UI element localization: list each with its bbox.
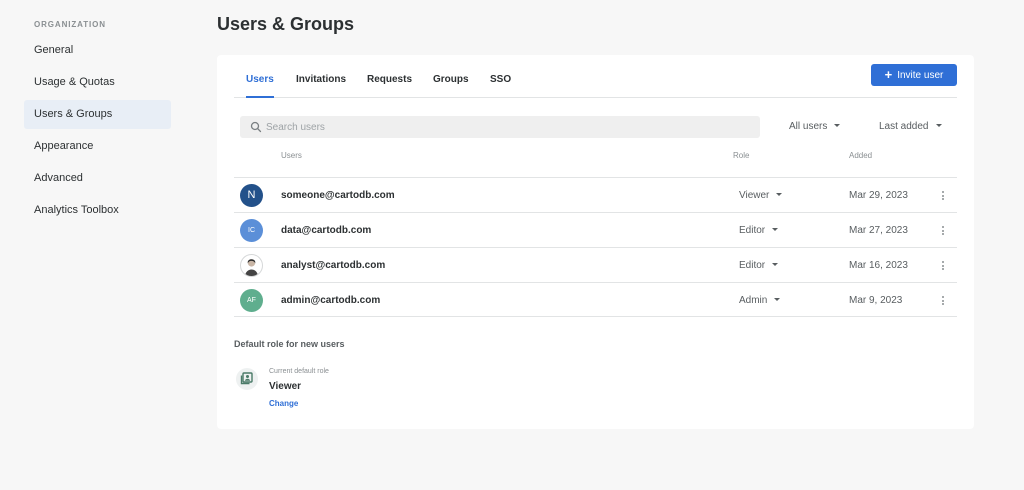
added-date: Mar 29, 2023 xyxy=(849,190,908,201)
tab-bar: Users Invitations Requests Groups SSO xyxy=(234,66,957,98)
more-options-icon[interactable] xyxy=(937,190,949,202)
table-row: AF admin@cartodb.com Admin Mar 9, 2023 xyxy=(234,282,957,317)
user-email: someone@cartodb.com xyxy=(281,190,395,201)
tab-users[interactable]: Users xyxy=(246,66,274,98)
chevron-down-icon xyxy=(935,124,942,127)
chevron-down-icon xyxy=(772,263,779,266)
sidebar-item-appearance[interactable]: Appearance xyxy=(24,132,171,161)
role-dropdown[interactable]: Editor xyxy=(739,248,779,283)
avatar: IC xyxy=(240,219,263,242)
default-role-heading: Default role for new users xyxy=(234,339,345,349)
user-email: analyst@cartodb.com xyxy=(281,260,386,271)
table-row: analyst@cartodb.com Editor Mar 16, 2023 xyxy=(234,247,957,282)
search-input[interactable] xyxy=(266,116,746,138)
avatar: N xyxy=(240,184,263,207)
users-filter-dropdown[interactable]: All users xyxy=(789,116,841,138)
user-email: data@cartodb.com xyxy=(281,225,372,236)
sort-label: Last added xyxy=(879,121,929,132)
user-email: admin@cartodb.com xyxy=(281,295,381,306)
page-title: Users & Groups xyxy=(217,14,355,34)
chevron-down-icon xyxy=(834,124,841,127)
sidebar-item-analytics-toolbox[interactable]: Analytics Toolbox xyxy=(24,196,171,225)
more-options-icon[interactable] xyxy=(937,295,949,307)
more-options-icon[interactable] xyxy=(937,225,949,237)
role-label: Editor xyxy=(739,225,766,236)
search-icon xyxy=(250,121,262,133)
tab-requests[interactable]: Requests xyxy=(367,66,412,98)
sidebar-heading: ORGANIZATION xyxy=(34,20,106,29)
column-header-role: Role xyxy=(733,151,750,160)
role-badge-icon xyxy=(236,368,258,390)
sidebar-item-general[interactable]: General xyxy=(24,36,171,65)
invite-user-button[interactable]: + Invite user xyxy=(871,64,957,86)
table-row: IC data@cartodb.com Editor Mar 27, 2023 xyxy=(234,212,957,247)
role-dropdown[interactable]: Viewer xyxy=(739,178,783,213)
chevron-down-icon xyxy=(776,193,783,196)
plus-icon: + xyxy=(884,67,893,82)
tab-sso[interactable]: SSO xyxy=(490,66,511,98)
role-label: Viewer xyxy=(739,190,770,201)
role-label: Admin xyxy=(739,295,768,306)
tab-invitations[interactable]: Invitations xyxy=(296,66,346,98)
chevron-down-icon xyxy=(774,298,781,301)
role-dropdown[interactable]: Editor xyxy=(739,213,779,248)
column-header-added: Added xyxy=(849,151,873,160)
change-default-role-link[interactable]: Change xyxy=(269,399,298,408)
added-date: Mar 27, 2023 xyxy=(849,225,908,236)
chevron-down-icon xyxy=(772,228,779,231)
current-default-role-label: Current default role xyxy=(269,368,329,375)
tab-groups[interactable]: Groups xyxy=(433,66,469,98)
sidebar-item-usage-quotas[interactable]: Usage & Quotas xyxy=(24,68,171,97)
table-row: N someone@cartodb.com Viewer Mar 29, 202… xyxy=(234,177,957,212)
role-label: Editor xyxy=(739,260,766,271)
users-filter-label: All users xyxy=(789,121,828,132)
avatar xyxy=(240,254,263,277)
users-card: Users Invitations Requests Groups SSO + I… xyxy=(217,55,974,429)
search-box xyxy=(240,116,760,138)
added-date: Mar 16, 2023 xyxy=(849,260,908,271)
role-dropdown[interactable]: Admin xyxy=(739,283,781,318)
column-header-users: Users xyxy=(281,151,302,160)
sidebar-item-users-groups[interactable]: Users & Groups xyxy=(24,100,171,129)
sidebar-item-advanced[interactable]: Advanced xyxy=(24,164,171,193)
avatar: AF xyxy=(240,289,263,312)
current-default-role-value: Viewer xyxy=(269,381,302,392)
sort-dropdown[interactable]: Last added xyxy=(879,116,942,138)
added-date: Mar 9, 2023 xyxy=(849,295,903,306)
more-options-icon[interactable] xyxy=(937,260,949,272)
user-photo-icon xyxy=(245,259,258,276)
invite-user-label: Invite user xyxy=(897,70,944,81)
